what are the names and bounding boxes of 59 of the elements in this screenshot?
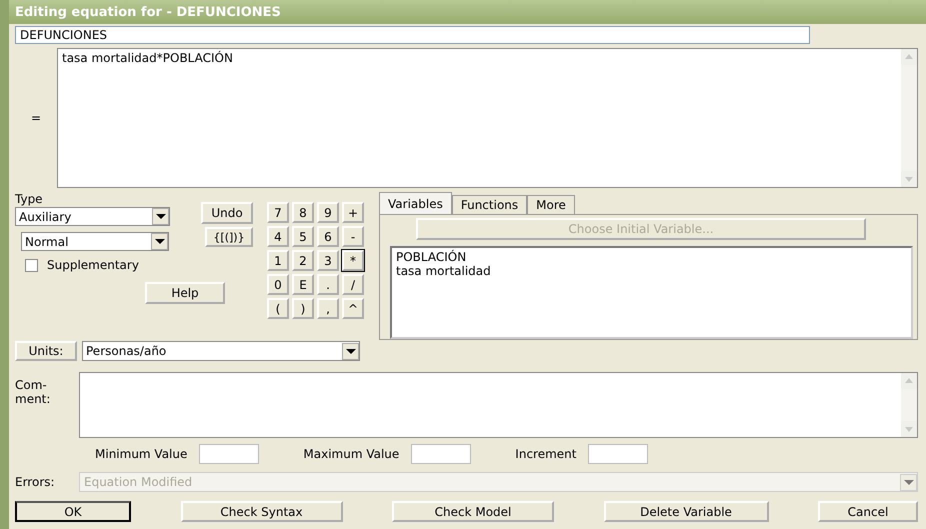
subtype-dropdown[interactable]: Normal <box>21 232 169 251</box>
units-field[interactable]: Personas/año <box>82 341 360 361</box>
range-field[interactable] <box>199 444 260 464</box>
keypad-key[interactable]: 6 <box>317 226 339 247</box>
keypad-key[interactable]: 1 <box>267 250 289 271</box>
scrollbar[interactable] <box>901 373 917 437</box>
range-label: Maximum Value <box>303 447 400 461</box>
dialog-button[interactable]: OK <box>15 501 131 522</box>
help-button[interactable]: Help <box>145 282 225 304</box>
units-button[interactable]: Units: <box>15 341 77 361</box>
range-label: Increment <box>515 447 576 461</box>
keypad-key[interactable]: * <box>342 250 364 271</box>
undo-button[interactable]: Undo <box>201 202 253 224</box>
keypad-key[interactable]: , <box>317 298 339 319</box>
type-dropdown[interactable]: Auxiliary <box>15 207 170 226</box>
keypad-key[interactable]: . <box>317 274 339 295</box>
keypad-key[interactable]: + <box>342 202 364 223</box>
supplementary-checkbox[interactable] <box>25 258 38 272</box>
keypad-key[interactable]: 3 <box>317 250 339 271</box>
dialog-button[interactable]: Cancel <box>818 501 918 522</box>
keypad-key[interactable]: - <box>342 226 364 247</box>
keypad-key[interactable]: 8 <box>292 202 314 223</box>
brackets-button[interactable]: {[(])} <box>205 227 253 247</box>
equation-field[interactable]: tasa mortalidad*POBLACIÓN <box>57 48 918 188</box>
dropdown-icon <box>342 342 359 360</box>
keypad-key[interactable]: 2 <box>292 250 314 271</box>
tab[interactable]: Functions <box>452 195 528 214</box>
keypad-key[interactable]: E <box>292 274 314 295</box>
keypad-key[interactable]: 9 <box>317 202 339 223</box>
supplementary-label: Supplementary <box>47 258 139 272</box>
dialog-button[interactable]: Delete Variable <box>604 501 768 522</box>
tab[interactable]: Variables <box>379 192 452 214</box>
range-field[interactable] <box>411 444 472 464</box>
dialog-button[interactable]: Check Model <box>392 501 554 522</box>
keypad-key[interactable]: 7 <box>267 202 289 223</box>
range-field[interactable] <box>588 444 648 464</box>
comment-label: Com- ment: <box>15 377 52 408</box>
keypad-key[interactable]: 4 <box>267 226 289 247</box>
comment-field[interactable] <box>79 372 918 438</box>
keypad-key[interactable]: ( <box>267 298 289 319</box>
type-label: Type <box>15 192 44 206</box>
keypad-key[interactable]: ) <box>292 298 314 319</box>
keypad-key[interactable]: 5 <box>292 226 314 247</box>
errors-label: Errors: <box>15 475 56 489</box>
dropdown-icon <box>152 208 169 225</box>
dialog-button[interactable]: Check Syntax <box>180 501 342 522</box>
window-title: Editing equation for - DEFUNCIONES <box>15 4 281 20</box>
name-field[interactable]: DEFUNCIONES <box>15 26 810 44</box>
keypad-key[interactable]: / <box>342 274 364 295</box>
scrollbar[interactable] <box>901 49 917 187</box>
keypad-key[interactable]: 0 <box>267 274 289 295</box>
dropdown-icon <box>151 233 168 250</box>
variable-item[interactable]: POBLACIÓN <box>396 250 907 264</box>
tab[interactable]: More <box>527 195 575 214</box>
range-label: Minimum Value <box>95 447 188 461</box>
equals-label: = <box>30 110 42 127</box>
keypad-key[interactable]: ^ <box>342 298 364 319</box>
dropdown-icon <box>900 474 917 490</box>
variable-item[interactable]: tasa mortalidad <box>396 264 907 278</box>
